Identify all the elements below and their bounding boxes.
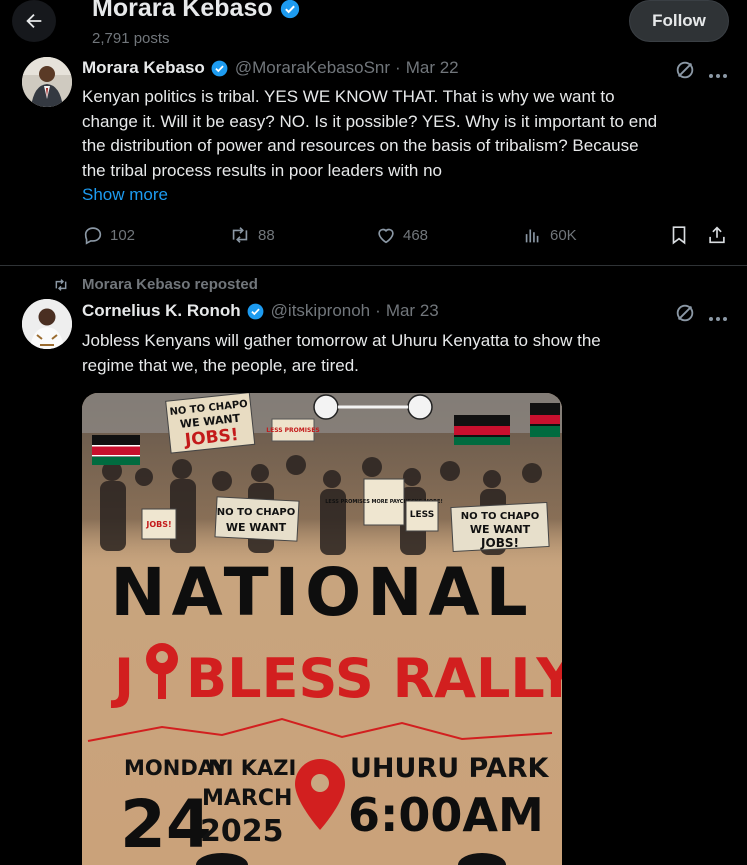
show-more-link[interactable]: Show more [82, 185, 168, 205]
poster-date: MONDAY NI KAZI 24 MARCH 2025 [120, 756, 296, 863]
avatar[interactable] [22, 299, 72, 349]
svg-text:WE WANT: WE WANT [226, 521, 287, 534]
svg-text:MARCH: MARCH [202, 786, 292, 811]
svg-text:LESS PROMISES: LESS PROMISES [266, 427, 319, 434]
repost-icon [55, 278, 67, 291]
rally-poster: NO TO CHAPO WE WANT JOBS! LESS PROMISES … [82, 393, 562, 865]
svg-text:WE WANT: WE WANT [470, 523, 531, 536]
svg-text:NO TO CHAPO: NO TO CHAPO [217, 507, 295, 518]
svg-text:NI KAZI: NI KAZI [208, 756, 296, 780]
separator-dot: · [375, 301, 381, 320]
tweet-text: Jobless Kenyans will gather tomorrow at … [82, 331, 601, 375]
author-handle[interactable]: @MoraraKebasoSnr [235, 58, 390, 78]
poster-headline: NATIONAL [110, 554, 533, 631]
tweet[interactable]: Morara Kebaso @MoraraKebasoSnr · Mar 22 … [0, 0, 747, 265]
repost-indicator[interactable]: Morara Kebaso reposted [52, 276, 258, 293]
tweet-text: Kenyan politics is tribal. YES WE KNOW T… [82, 87, 658, 180]
svg-text:6:00AM: 6:00AM [348, 788, 544, 842]
repost-icon [232, 227, 248, 243]
svg-text:2025: 2025 [200, 814, 284, 849]
bookmark-icon [672, 226, 686, 245]
separator-dot: · [395, 58, 401, 77]
verified-badge-icon [246, 302, 265, 321]
grok-icon[interactable] [674, 302, 696, 329]
tweet-actions: 102 88 468 60K [82, 224, 732, 250]
views-chart-icon [525, 229, 539, 243]
svg-text:UHURU PARK: UHURU PARK [350, 753, 550, 784]
heart-icon [378, 228, 394, 244]
tweet-author-row: Cornelius K. Ronoh @itskipronoh · Mar 23 [82, 301, 439, 321]
svg-text:BLESS RALLY: BLESS RALLY [186, 647, 562, 710]
tweet-date[interactable]: Mar 23 [386, 301, 439, 321]
svg-text:JOBS!: JOBS! [480, 536, 519, 550]
grok-icon[interactable] [674, 59, 696, 86]
bookmark-button[interactable] [668, 224, 690, 246]
verified-badge-icon [210, 59, 229, 78]
tweet-divider [0, 265, 747, 266]
reply-icon [84, 227, 102, 245]
kenya-flag-left [92, 435, 140, 465]
repost-button[interactable]: 88 [228, 224, 275, 246]
poster-venue: UHURU PARK 6:00AM [348, 753, 550, 842]
svg-text:24: 24 [120, 786, 212, 863]
svg-text:LESS: LESS [410, 510, 434, 520]
author-name[interactable]: Cornelius K. Ronoh [82, 301, 241, 321]
tweet-author-row: Morara Kebaso @MoraraKebasoSnr · Mar 22 [82, 58, 459, 78]
views-button[interactable]: 60K [522, 224, 577, 246]
svg-text:NO TO CHAPO: NO TO CHAPO [461, 511, 539, 522]
share-icon [709, 226, 725, 244]
tweet-date[interactable]: Mar 22 [406, 58, 459, 78]
tweet-media-image[interactable]: NO TO CHAPO WE WANT JOBS! LESS PROMISES … [82, 393, 562, 865]
reply-button[interactable]: 102 [82, 224, 135, 246]
avatar-photo [22, 57, 72, 107]
more-options-icon[interactable] [708, 309, 728, 327]
svg-text:JOBS!: JOBS! [145, 520, 171, 529]
avatar[interactable] [22, 57, 72, 107]
svg-text:J: J [110, 647, 134, 710]
author-handle[interactable]: @itskipronoh [271, 301, 370, 321]
avatar-photo [22, 299, 72, 349]
share-button[interactable] [706, 224, 728, 246]
author-name[interactable]: Morara Kebaso [82, 58, 205, 78]
more-options-icon[interactable] [708, 66, 728, 84]
like-button[interactable]: 468 [375, 224, 428, 246]
